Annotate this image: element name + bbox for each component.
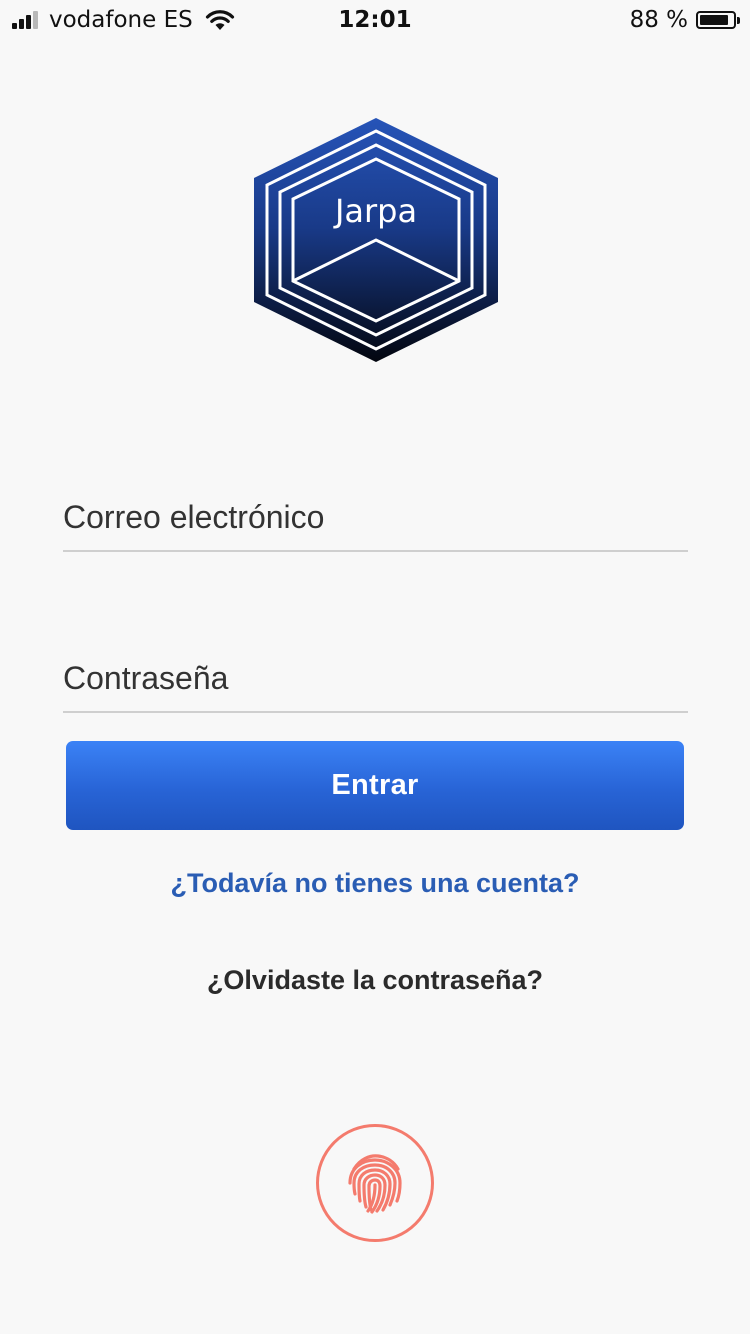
status-bar: vodafone ES 12:01 88 % [0,0,750,40]
status-right: 88 % [629,7,740,33]
fingerprint-button[interactable] [316,1124,434,1242]
app-logo: Jarpa [253,118,499,362]
password-field[interactable] [63,660,688,697]
battery-percentage: 88 % [629,7,688,33]
email-field-container [63,480,688,552]
battery-fill [700,15,728,25]
login-button[interactable]: Entrar [66,741,684,830]
email-field[interactable] [63,499,688,536]
forgot-password-link[interactable]: ¿Olvidaste la contraseña? [0,965,750,996]
battery-cap [737,17,740,24]
password-field-container [63,641,688,713]
fingerprint-icon [348,1154,402,1214]
battery-icon [696,11,740,29]
login-screen: vodafone ES 12:01 88 % Jarpa Correo elec… [0,0,750,1334]
signup-link[interactable]: ¿Todavía no tienes una cuenta? [0,868,750,899]
logo-text: Jarpa [333,192,417,230]
